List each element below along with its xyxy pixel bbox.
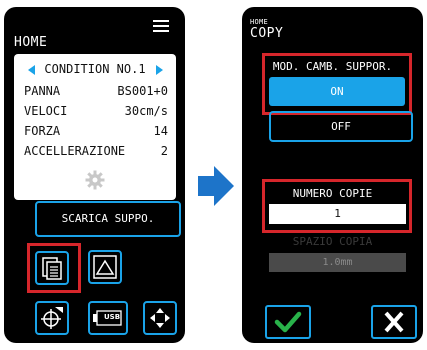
confirm-button[interactable] xyxy=(265,305,311,339)
arrow-right-icon xyxy=(198,166,234,206)
move-button[interactable] xyxy=(143,301,177,335)
media-change-label: MOD. CAMB. SUPPOR. xyxy=(272,60,393,73)
param-row: VELOCI 30cm/s xyxy=(24,104,168,120)
param-key: ACCELLERAZIONE xyxy=(24,144,126,158)
usb-label: USB xyxy=(104,313,121,321)
param-key: FORZA xyxy=(24,124,61,138)
param-value: 2 xyxy=(160,144,168,158)
condition-number: CONDITION NO.1 xyxy=(44,62,146,76)
copy-button[interactable] xyxy=(35,251,69,285)
checkmark-icon xyxy=(274,311,302,333)
usb-button[interactable]: USB xyxy=(88,301,128,335)
spacing-input: 1.0mm xyxy=(269,253,406,272)
feed-media-button[interactable]: SCARICA SUPPO. xyxy=(35,201,181,237)
origin-button[interactable] xyxy=(35,301,69,335)
menu-icon[interactable] xyxy=(153,20,169,32)
spacing-label: SPAZIO COPIA xyxy=(292,235,373,248)
param-row: FORZA 14 xyxy=(24,124,168,140)
test-cut-button[interactable] xyxy=(88,250,122,284)
triangle-icon xyxy=(93,255,117,279)
param-value: 14 xyxy=(153,124,168,138)
screen-title: HOME xyxy=(14,35,48,50)
cancel-button[interactable] xyxy=(371,305,417,339)
param-value: BS001+0 xyxy=(117,84,168,98)
copies-input[interactable]: 1 xyxy=(269,204,406,224)
copy-screen: HOME COPY MOD. CAMB. SUPPOR. ON OFF NUME… xyxy=(242,7,423,343)
on-button[interactable]: ON xyxy=(269,77,405,106)
crosshair-icon xyxy=(41,307,63,329)
param-key: VELOCI xyxy=(24,104,68,118)
copies-label: NUMERO COPIE xyxy=(292,187,373,200)
move-arrows-icon xyxy=(150,308,170,328)
screen-title: COPY xyxy=(250,26,284,41)
copy-icon xyxy=(42,257,62,280)
param-value: 30cm/s xyxy=(124,104,168,118)
condition-panel: CONDITION NO.1 PANNA BS001+0 VELOCI 30cm… xyxy=(14,54,176,200)
param-row: PANNA BS001+0 xyxy=(24,84,168,100)
gear-icon[interactable] xyxy=(85,170,105,190)
next-condition-icon[interactable] xyxy=(156,65,163,75)
param-key: PANNA xyxy=(24,84,61,98)
breadcrumb: HOME xyxy=(250,18,269,26)
close-icon xyxy=(384,311,404,333)
off-button[interactable]: OFF xyxy=(269,111,413,142)
param-row: ACCELLERAZIONE 2 xyxy=(24,144,168,160)
home-screen: HOME CONDITION NO.1 PANNA BS001+0 VELOCI… xyxy=(4,7,185,343)
